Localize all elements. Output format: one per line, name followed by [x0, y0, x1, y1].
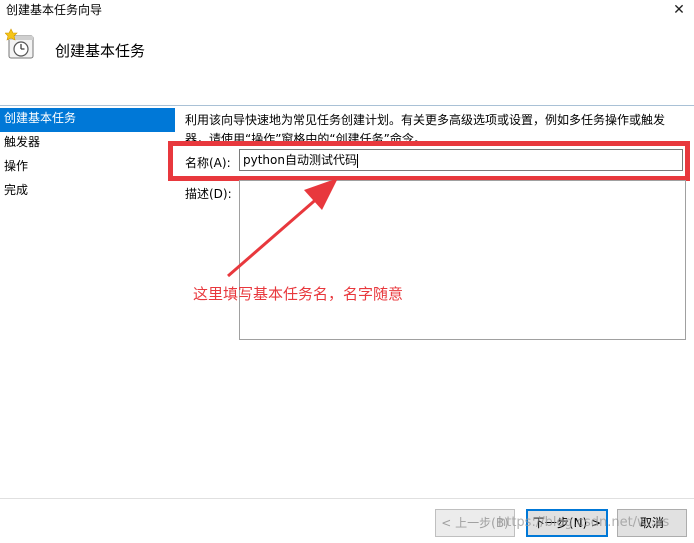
sidebar-item-create-basic-task[interactable]: 创建基本任务 [0, 108, 175, 132]
description-textarea[interactable] [239, 180, 686, 340]
sidebar-item-action[interactable]: 操作 [0, 156, 175, 180]
sidebar-item-finish[interactable]: 完成 [0, 180, 175, 204]
annotation-highlight-box [168, 141, 690, 181]
wizard-description: 利用该向导快速地为常见任务创建计划。有关更多高级选项或设置，例如多任务操作或触发… [185, 113, 666, 141]
sidebar-item-trigger[interactable]: 触发器 [0, 132, 175, 156]
wizard-steps-sidebar: 创建基本任务 触发器 操作 完成 [0, 108, 175, 204]
annotation-text: 这里填写基本任务名，名字随意 [193, 285, 404, 303]
close-button[interactable]: ✕ [666, 0, 692, 20]
task-clock-icon [5, 28, 34, 59]
window-title: 创建基本任务向导 [6, 3, 103, 17]
description-label: 描述(D): [185, 187, 232, 201]
header-divider [0, 105, 694, 106]
cancel-button[interactable]: 取消 [617, 509, 687, 537]
wizard-header: 创建基本任务 [0, 20, 694, 104]
footer-divider [0, 498, 694, 499]
back-button[interactable]: < 上一步(B) [435, 509, 515, 537]
next-button[interactable]: 下一步(N) > [526, 509, 608, 537]
title-bar: 创建基本任务向导 ✕ [0, 0, 694, 20]
page-title: 创建基本任务 [55, 42, 146, 60]
wizard-window: 创建基本任务向导 ✕ 创建基本任务 创建基本任务 触发器 操作 完成 利用该向导… [0, 0, 694, 543]
